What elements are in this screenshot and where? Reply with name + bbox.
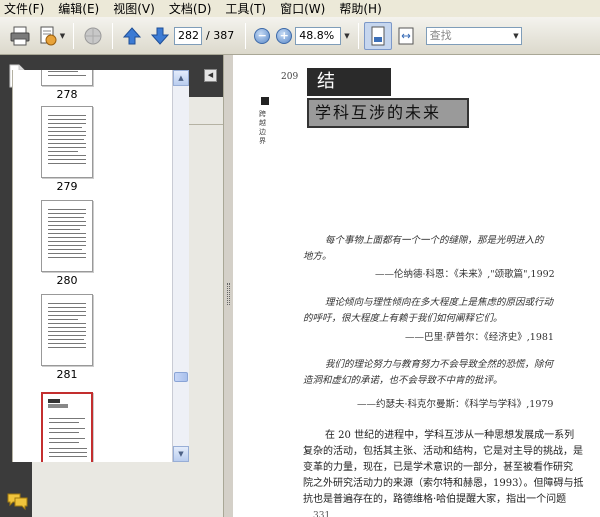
- epigraph-line: 地方。: [303, 251, 332, 262]
- document-view[interactable]: 209 结 语 学科互涉的未来 跨越边界 每个事物上面都有一个一个的缝隙，那是光…: [233, 55, 600, 517]
- document-page-number: 209: [281, 72, 299, 82]
- chapter-subtitle: 学科互涉的未来: [307, 98, 469, 128]
- fit-page-icon: [371, 26, 385, 45]
- epigraph-line: 我们的理论努力与教育努力不会导致全然的恐慌，除何: [325, 359, 554, 370]
- zoom-in-button[interactable]: +: [276, 27, 293, 44]
- menu-tools[interactable]: 工具(T): [225, 0, 266, 17]
- page-thumbnail[interactable]: [41, 106, 93, 178]
- print-button[interactable]: [6, 22, 34, 50]
- thumbnail-label: 279: [56, 180, 78, 193]
- scrollbar-thumb[interactable]: [174, 372, 188, 382]
- panel-splitter[interactable]: [223, 55, 233, 517]
- fit-width-icon: [398, 27, 414, 44]
- side-running-head: 跨越边界: [259, 110, 266, 145]
- document-create-icon: [40, 26, 57, 45]
- page-total-label: / 387: [206, 29, 235, 42]
- search-input[interactable]: 查找 ▼: [425, 26, 522, 45]
- zoom-input[interactable]: 48.8%: [295, 26, 342, 45]
- body-text-line: 复杂的活动，包括其主张、活动和结构，它是对主导的挑战，是: [303, 446, 583, 457]
- body-text-line: 院之外研究活动力的来源（索尔特和赫恩，1993）。但障碍与抵: [303, 478, 584, 489]
- create-pdf-button[interactable]: ▼: [34, 22, 68, 50]
- scroll-up-button[interactable]: ▲: [173, 70, 189, 86]
- arrow-down-icon: [150, 27, 170, 45]
- epigraph-line: 造洞和虚幻的承诺，也不会导致不中肯的批评。: [303, 375, 503, 386]
- side-marker: [261, 97, 269, 105]
- toolbar: ▼ 282 / 387 − + 48.8% ▼ 查找 ▼: [0, 17, 600, 55]
- menu-view[interactable]: 视图(V): [113, 0, 155, 17]
- fit-page-button[interactable]: [363, 21, 392, 50]
- menu-bar: 文件(F) 编辑(E) 视图(V) 文档(D) 工具(T) 窗口(W) 帮助(H…: [0, 0, 600, 17]
- page-thumbnail[interactable]: [41, 294, 93, 366]
- menu-file[interactable]: 文件(F): [4, 0, 44, 17]
- page-thumbnail[interactable]: [41, 200, 93, 272]
- toolbar-separator: [357, 22, 359, 49]
- toolbar-separator: [112, 22, 113, 49]
- printer-icon: [10, 26, 30, 45]
- body-text-line: 抗也是普遍存在的，路德维格·哈伯提醒大家，指出一个问题: [303, 494, 567, 505]
- next-page-button[interactable]: [146, 22, 174, 50]
- collaborate-button[interactable]: [79, 22, 107, 50]
- epigraph-line: 理论倾向与理性倾向在多大程度上是焦虑的原因或行动: [325, 297, 554, 308]
- menu-document[interactable]: 文档(D): [169, 0, 212, 17]
- collapse-panel-button[interactable]: ◀: [204, 69, 217, 82]
- epigraph-attribution: ——巴里·萨普尔：《经济史》,1981: [405, 332, 554, 343]
- thumbnail-label: 281: [56, 368, 78, 381]
- toolbar-separator: [245, 22, 247, 49]
- chevron-down-icon: ▼: [59, 31, 66, 40]
- menu-edit[interactable]: 编辑(E): [58, 0, 99, 17]
- previous-page-button[interactable]: [118, 22, 146, 50]
- splitter-grip[interactable]: [227, 283, 230, 305]
- search-placeholder: 查找: [429, 28, 452, 42]
- chapter-title: 结 语: [307, 68, 391, 120]
- thumbnail-label: 278: [56, 88, 78, 101]
- body-text-line: 变革的力量，现在，已是学术意识的一部分，甚至被看作研究: [303, 462, 573, 473]
- arrow-up-icon: [122, 26, 142, 44]
- search-dropdown-icon[interactable]: ▼: [513, 28, 518, 44]
- thumbnail-scrollbar[interactable]: ▲ ▼: [172, 70, 189, 462]
- thumbnail-label: 280: [56, 274, 78, 287]
- zoom-dropdown-icon[interactable]: ▼: [344, 32, 349, 40]
- zoom-out-button[interactable]: −: [254, 27, 271, 44]
- scroll-down-button[interactable]: ▼: [173, 446, 189, 462]
- body-text-line: 在 20 世纪的进程中，学科互涉从一种思想发展成一系列: [325, 430, 575, 441]
- menu-help[interactable]: 帮助(H): [339, 0, 381, 17]
- epigraph-line: 每个事物上面都有一个一个的缝隙，那是光明进入的: [325, 235, 544, 246]
- globe-icon: [84, 27, 102, 44]
- epigraph-line: 的呼吁，很大程度上有赖于我们如何阐释它们。: [303, 313, 503, 324]
- fit-width-button[interactable]: [392, 22, 420, 50]
- thumbnail-list[interactable]: 278 279 280 281: [12, 70, 172, 462]
- page-thumbnail[interactable]: [41, 70, 93, 86]
- epigraph-attribution: ——伦纳德·科恩：《未来》,"颂歌篇",1992: [375, 269, 555, 280]
- page-number-input[interactable]: 282: [174, 26, 202, 45]
- menu-window[interactable]: 窗口(W): [280, 0, 325, 17]
- comments-icon[interactable]: [6, 491, 30, 511]
- page-thumbnail-selected[interactable]: [41, 392, 93, 462]
- toolbar-separator: [73, 22, 74, 49]
- epigraph-attribution: ——约瑟夫·科克尔曼斯：《科学与学科》,1979: [357, 399, 554, 410]
- footer-page-number: 331: [313, 511, 331, 517]
